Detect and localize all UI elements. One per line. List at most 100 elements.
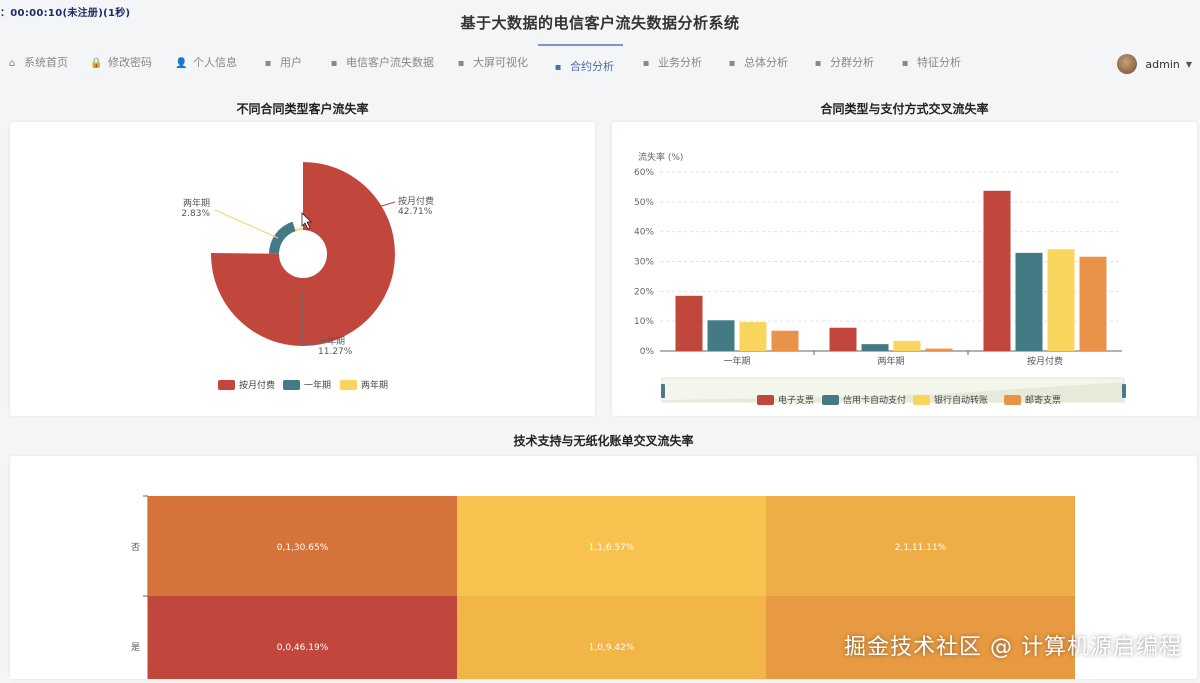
nav-item-3[interactable]: ▪ 用户	[262, 44, 302, 82]
heatmap-cell-label: 1,1,6.57%	[589, 543, 635, 553]
bar-legend-swatch-1[interactable]	[822, 395, 839, 405]
bar-y-tick-label: 40%	[634, 228, 654, 238]
pie-legend-label-0[interactable]: 按月付费	[239, 379, 275, 391]
nav-item-label: 用户	[280, 56, 302, 69]
bar-chart: 流失率 (%) 0% 10% 20% 30% 40% 50% 60% 一年期 两年期 按月付费电子支…	[634, 151, 1126, 406]
nav-item-8[interactable]: ▪ 总体分析	[726, 44, 788, 82]
nav-item-label: 大屏可视化	[473, 56, 528, 69]
bar-2-3[interactable]	[1079, 256, 1107, 351]
nav-item-2[interactable]: 👤 个人信息	[175, 44, 237, 82]
user-menu[interactable]: admin ▼	[1117, 52, 1192, 76]
bar-0-0[interactable]	[675, 295, 703, 351]
grid-icon: ▪	[554, 62, 562, 73]
pie-label-name-2: 两年期	[183, 197, 210, 209]
watermark-text: 掘金技术社区 @ 计算机源启编程	[844, 635, 1182, 660]
nav-item-0[interactable]: ⌂ 系统首页	[6, 44, 68, 82]
pie-legend-label-2[interactable]: 两年期	[361, 379, 388, 391]
bar-chart-card: 流失率 (%) 0% 10% 20% 30% 40% 50% 60% 一年期 两年期 按月付费 电子支…	[612, 122, 1197, 416]
grid-icon: ▪	[330, 58, 338, 69]
nav-item-4[interactable]: ▪ 电信客户流失数据	[328, 44, 434, 82]
nav-item-9[interactable]: ▪ 分群分析	[812, 44, 874, 82]
nav-item-label: 总体分析	[744, 56, 788, 69]
app-title: 基于大数据的电信客户流失数据分析系统	[460, 14, 740, 32]
nav-item-1[interactable]: 🔒 修改密码	[90, 44, 152, 82]
username[interactable]: admin	[1145, 58, 1179, 71]
nav-item-label: 系统首页	[24, 56, 68, 69]
bar-2-2[interactable]	[1047, 249, 1075, 351]
bar-1-3[interactable]	[925, 348, 953, 351]
nav-item-label: 电信客户流失数据	[346, 56, 434, 69]
bar-1-0[interactable]	[829, 327, 857, 351]
heatmap-title: 技术支持与无纸化账单交叉流失率	[513, 434, 694, 448]
bar-legend-label-0[interactable]: 电子支票	[778, 394, 814, 406]
pie-label-value-0: 42.71%	[398, 207, 433, 217]
bar-datazoom-handle-right[interactable]	[1122, 384, 1126, 398]
heatmap-y-label: 否	[131, 542, 140, 553]
bar-x-tick-label: 一年期	[723, 355, 750, 367]
bar-y-tick-label: 0%	[640, 347, 655, 357]
grid-icon: ▪	[728, 58, 736, 69]
user-icon: 👤	[175, 58, 188, 69]
lock-icon: 🔒	[90, 58, 103, 69]
bar-legend-label-3[interactable]: 邮寄支票	[1025, 394, 1061, 406]
nav-item-10[interactable]: ▪ 特征分析	[899, 44, 961, 82]
bar-0-2[interactable]	[739, 322, 767, 351]
nav-item-6[interactable]: ▪ 合约分析	[552, 48, 614, 86]
bar-y-tick-label: 50%	[634, 198, 654, 208]
nav-item-label: 合约分析	[570, 60, 614, 73]
bar-legend-label-2[interactable]: 银行自动转账	[934, 394, 988, 406]
bar-legend-swatch-2[interactable]	[913, 395, 930, 405]
bar-2-1[interactable]	[1015, 252, 1043, 351]
bar-legend-swatch-3[interactable]	[1004, 395, 1021, 405]
heatmap-cell-label: 2,1,11.11%	[895, 543, 947, 553]
bar-chart-title: 合同类型与支付方式交叉流失率	[820, 102, 989, 116]
heatmap-cell-1-0[interactable]	[148, 596, 457, 683]
nav-item-5[interactable]: ▪ 大屏可视化	[455, 44, 528, 82]
pie-leader-line-2	[214, 209, 279, 239]
heatmap-cell-label: 0,1,30.65%	[277, 543, 329, 553]
nav-item-label: 分群分析	[830, 56, 874, 69]
grid-icon: ▪	[264, 58, 272, 69]
pie-label-name-1: 一年期	[318, 335, 345, 347]
pie-legend-swatch-0[interactable]	[218, 380, 235, 390]
bar-y-tick-label: 10%	[634, 317, 654, 327]
grid-icon: ▪	[642, 58, 650, 69]
bar-1-1[interactable]	[861, 344, 889, 351]
bar-0-1[interactable]	[707, 320, 735, 351]
grid-icon: ▪	[814, 58, 822, 69]
pie-chart: 按月付费42.71%一年期11.27%两年期2.83%按月付费 一年期 两年期	[181, 162, 434, 391]
bar-x-tick-label: 按月付费	[1027, 355, 1063, 367]
pie-slice-2[interactable]	[294, 228, 303, 232]
pie-legend-swatch-2[interactable]	[340, 380, 357, 390]
top-nav: ⌂ 系统首页 🔒 修改密码 👤 个人信息 ▪ 用户 ▪ 电信客户流失数据 ▪ 大屏可视化 ▪ 合约分析 ▪ 业…	[0, 44, 1200, 82]
bar-legend-swatch-0[interactable]	[757, 395, 774, 405]
heatmap-cell-label: 1,0,9.42%	[589, 643, 635, 653]
nav-active-indicator	[538, 44, 623, 46]
chevron-down-icon[interactable]: ▼	[1186, 60, 1192, 69]
pie-label-value-2: 2.83%	[181, 209, 210, 219]
nav-item-label: 业务分析	[658, 56, 702, 69]
grid-icon: ▪	[457, 58, 465, 69]
pie-slice-1[interactable]	[269, 221, 296, 254]
bar-y-axis-title: 流失率 (%)	[638, 151, 683, 163]
nav-item-7[interactable]: ▪ 业务分析	[640, 44, 702, 82]
bar-datazoom-handle-left[interactable]	[661, 384, 665, 398]
bar-y-tick-label: 30%	[634, 258, 654, 268]
heatmap-cell-label: 0,0,46.19%	[277, 643, 329, 653]
bar-0-3[interactable]	[771, 330, 799, 351]
bar-1-2[interactable]	[893, 340, 921, 351]
bar-2-0[interactable]	[983, 190, 1011, 351]
pie-label-value-1: 11.27%	[318, 347, 353, 357]
pie-chart-card: 按月付费 42.71% 一年期 11.27% 两年期 2.83% 按月付费 一年期 两年期	[10, 122, 595, 416]
heatmap-y-label: 是	[131, 642, 140, 653]
heatmap-cell-1-1[interactable]	[457, 596, 766, 683]
pie-legend-label-1[interactable]: 一年期	[304, 379, 331, 391]
bar-x-tick-label: 两年期	[877, 355, 904, 367]
grid-icon: ▪	[901, 58, 909, 69]
pie-label-name-0: 按月付费	[398, 195, 434, 207]
bar-y-tick-label: 60%	[634, 168, 654, 178]
avatar[interactable]	[1117, 54, 1138, 74]
bar-legend-label-1[interactable]: 信用卡自动支付	[843, 394, 906, 406]
pie-legend-swatch-1[interactable]	[283, 380, 300, 390]
nav-item-label: 修改密码	[108, 56, 152, 69]
